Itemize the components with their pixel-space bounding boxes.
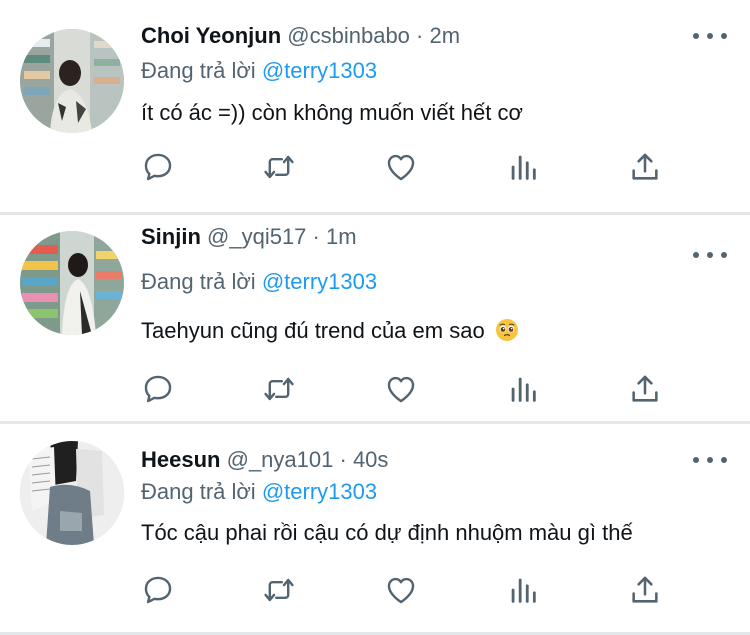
tweet-header: Choi Yeonjun @csbinbabo · 2m (141, 22, 460, 50)
share-button[interactable] (628, 150, 664, 186)
action-bar (141, 150, 671, 186)
mention-link[interactable]: @terry1303 (262, 479, 377, 504)
separator-dot: · (416, 23, 424, 48)
share-icon (632, 576, 658, 603)
reply-icon (144, 576, 172, 604)
share-button[interactable] (628, 372, 664, 408)
retweet-icon (264, 377, 294, 401)
reply-context: Đang trả lời @terry1303 (141, 57, 377, 85)
reply-prefix: Đang trả lời (141, 58, 256, 83)
user-handle[interactable]: @_yqi517 (207, 224, 306, 249)
tweet-text-content: Taehyun cũng đú trend của em sao (141, 318, 485, 343)
like-icon (387, 376, 415, 403)
analytics-icon (511, 377, 536, 402)
display-name[interactable]: Sinjin (141, 224, 201, 249)
analytics-button[interactable] (506, 372, 542, 408)
tweet-3[interactable]: Heesun @_nya101 · 40s Đang trả lời @terr… (0, 424, 750, 635)
like-button[interactable] (384, 573, 420, 609)
share-icon (632, 375, 658, 402)
avatar[interactable] (20, 231, 124, 335)
more-options-icon[interactable] (693, 247, 727, 263)
display-name[interactable]: Choi Yeonjun (141, 23, 281, 48)
tweet-text: ít có ác =)) còn không muốn viết hết cơ (141, 100, 523, 125)
user-handle[interactable]: @_nya101 (227, 447, 334, 472)
retweet-icon (264, 155, 294, 179)
analytics-button[interactable] (506, 573, 542, 609)
share-icon (632, 153, 658, 180)
more-options-icon[interactable] (693, 452, 727, 468)
mention-link[interactable]: @terry1303 (262, 269, 377, 294)
avatar[interactable] (20, 441, 124, 545)
tweet-2[interactable]: Sinjin @_yqi517 · 1m Đang trả lời @terry… (0, 201, 750, 421)
avatar[interactable] (20, 29, 124, 133)
timestamp[interactable]: 40s (353, 447, 388, 472)
reply-prefix: Đang trả lời (141, 269, 256, 294)
analytics-icon (511, 155, 536, 180)
retweet-icon (264, 578, 294, 602)
like-icon (387, 577, 415, 604)
timestamp[interactable]: 1m (326, 224, 357, 249)
reply-context: Đang trả lời @terry1303 (141, 478, 377, 506)
retweet-button[interactable] (262, 372, 298, 408)
like-button[interactable] (384, 150, 420, 186)
action-bar (141, 573, 671, 609)
analytics-icon (511, 578, 536, 603)
retweet-button[interactable] (262, 150, 298, 186)
reply-icon (144, 153, 172, 181)
more-options-icon[interactable] (693, 28, 727, 44)
like-button[interactable] (384, 372, 420, 408)
display-name[interactable]: Heesun (141, 447, 220, 472)
reply-icon (144, 375, 172, 403)
analytics-button[interactable] (506, 150, 542, 186)
user-handle[interactable]: @csbinbabo (287, 23, 410, 48)
retweet-button[interactable] (262, 573, 298, 609)
tweet-text: Taehyun cũng đú trend của em sao (141, 316, 519, 346)
tweet-header: Heesun @_nya101 · 40s (141, 446, 388, 474)
tweet-header: Sinjin @_yqi517 · 1m (141, 223, 357, 251)
share-button[interactable] (628, 573, 664, 609)
pleading-face-emoji (495, 319, 518, 341)
timestamp[interactable]: 2m (430, 23, 461, 48)
like-icon (387, 154, 415, 181)
reply-prefix: Đang trả lời (141, 479, 256, 504)
action-bar (141, 372, 671, 408)
reply-button[interactable] (141, 372, 177, 408)
mention-link[interactable]: @terry1303 (262, 58, 377, 83)
tweet-1[interactable]: Choi Yeonjun @csbinbabo · 2m Đang trả lờ… (0, 0, 750, 212)
tweet-text: Tóc cậu phai rồi cậu có dự định nhuộm mà… (141, 520, 633, 545)
reply-button[interactable] (141, 150, 177, 186)
separator-dot: · (312, 224, 320, 249)
reply-context: Đang trả lời @terry1303 (141, 268, 377, 296)
separator-dot: · (339, 447, 347, 472)
reply-button[interactable] (141, 573, 177, 609)
